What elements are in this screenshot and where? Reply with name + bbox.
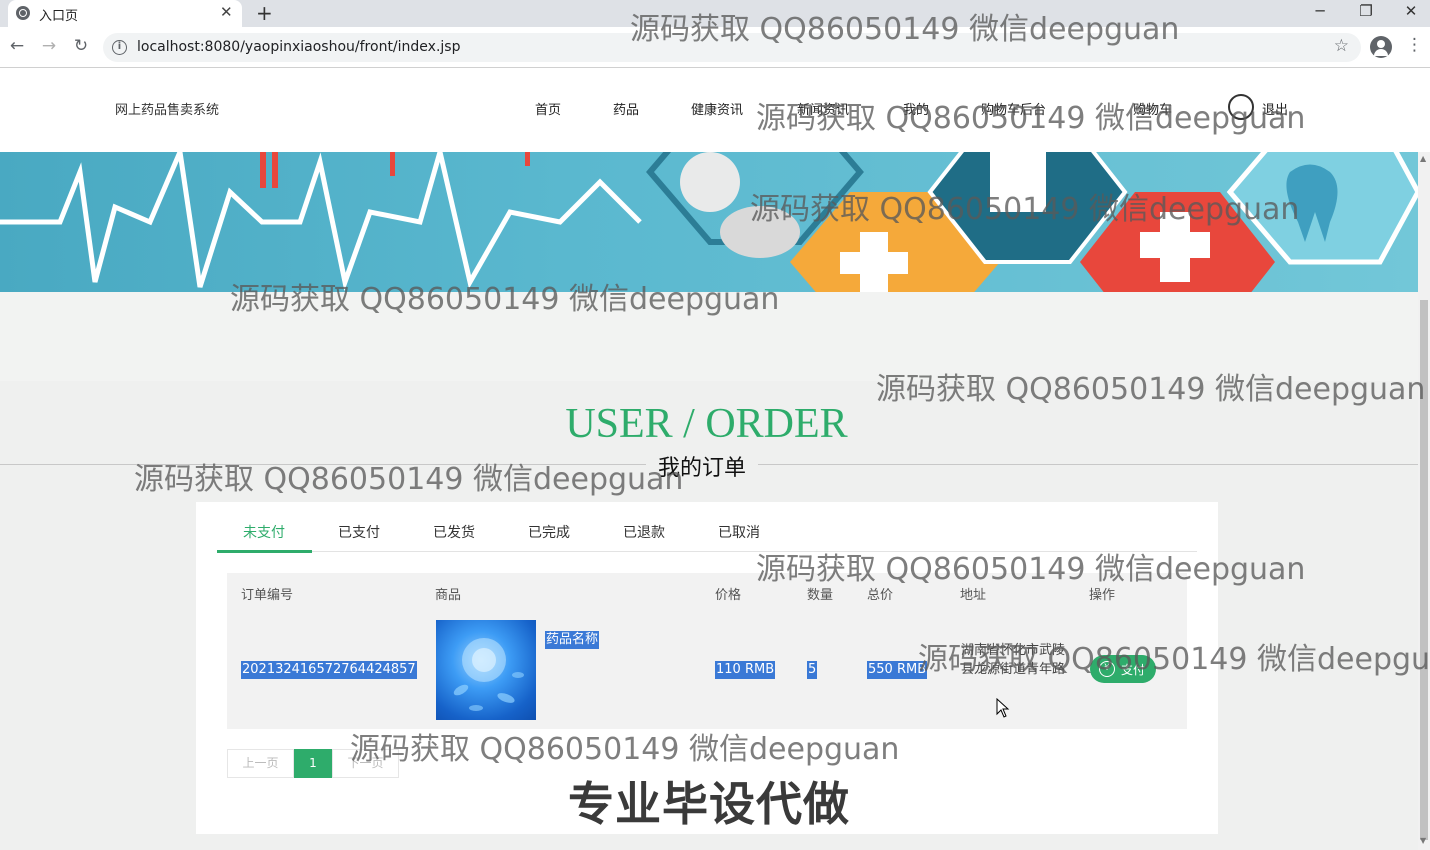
product-name[interactable]: 药品名称 (545, 631, 600, 649)
hero-banner (0, 152, 1418, 292)
tab-close-icon[interactable]: ✕ (220, 3, 233, 21)
nav-cart[interactable]: 购物车 (1133, 99, 1172, 118)
browser-menu-icon[interactable]: ⋮ (1406, 35, 1423, 55)
new-tab-button[interactable]: + (256, 1, 273, 25)
scrollbar-thumb[interactable] (1420, 300, 1428, 840)
site-title: 网上药品售卖系统 (115, 103, 220, 118)
ad-overlay-text: 专业毕设代做 (568, 777, 850, 831)
tab-shipped[interactable]: 已发货 (433, 522, 475, 542)
pay-button[interactable]: ¥ 支付 (1090, 655, 1156, 683)
forward-icon[interactable]: → (39, 36, 59, 56)
nav-health-info[interactable]: 健康资讯 (691, 99, 743, 118)
tab-unpaid[interactable]: 未支付 (243, 522, 285, 542)
page-1-button[interactable]: 1 (294, 749, 332, 778)
quantity: 5 (807, 661, 818, 679)
mouse-cursor-icon (996, 698, 1010, 718)
active-tab-underline (217, 550, 312, 553)
browser-tabbar: 入口页 ✕ + ─ ❐ ✕ (0, 0, 1430, 27)
scroll-up-arrow-icon[interactable]: ▲ (1420, 154, 1426, 163)
url-text[interactable]: localhost:8080/yaopinxiaoshou/front/inde… (137, 39, 460, 55)
col-header-total: 总价 (867, 588, 894, 603)
total-price: 550 RMB (867, 661, 928, 679)
order-table: 订单编号 商品 价格 数量 总价 地址 操作 20213241657276442… (227, 573, 1187, 729)
user-avatar-icon[interactable] (1228, 94, 1254, 120)
reload-icon[interactable]: ↻ (71, 36, 91, 56)
restore-button[interactable]: ❐ (1355, 2, 1377, 20)
nav-logout[interactable]: 退出 (1262, 99, 1288, 118)
window-close-button[interactable]: ✕ (1400, 2, 1422, 20)
page-scrollbar[interactable]: ▲ ▼ (1418, 152, 1430, 850)
col-header-order-no: 订单编号 (241, 588, 294, 603)
browser-tab[interactable]: 入口页 ✕ (8, 0, 242, 27)
back-icon[interactable]: ← (7, 36, 27, 56)
col-header-price: 价格 (715, 588, 742, 603)
col-header-address: 地址 (960, 588, 987, 603)
tab-refunded[interactable]: 已退款 (623, 522, 665, 542)
address-bar[interactable]: i localhost:8080/yaopinxiaoshou/front/in… (103, 33, 1361, 62)
col-header-quantity: 数量 (807, 588, 834, 603)
product-image[interactable] (436, 620, 536, 720)
product-thumbnail (453, 638, 524, 711)
tab-paid[interactable]: 已支付 (338, 522, 380, 542)
info-icon[interactable]: i (112, 40, 127, 55)
nav-admin[interactable]: 购物车后台 (981, 99, 1046, 118)
col-header-product: 商品 (435, 588, 462, 603)
pay-label: 支付 (1121, 663, 1146, 677)
account-icon[interactable] (1370, 36, 1392, 58)
site-header: 网上药品售卖系统 首页 药品 健康资讯 新闻资讯 我的 购物车后台 购物车 退出 (0, 68, 1418, 152)
minimize-button[interactable]: ─ (1309, 2, 1331, 20)
tab-cancelled[interactable]: 已取消 (718, 522, 760, 542)
section-title-cn: 我的订单 (646, 450, 759, 482)
medical-banner-graphic (0, 152, 1418, 292)
nav-home[interactable]: 首页 (535, 99, 561, 118)
bookmark-star-icon[interactable]: ☆ (1334, 36, 1349, 56)
tab-title: 入口页 (39, 9, 79, 24)
spacer-band (0, 292, 1418, 381)
nav-news[interactable]: 新闻资讯 (797, 99, 849, 118)
yen-icon: ¥ (1099, 661, 1115, 677)
tab-completed[interactable]: 已完成 (528, 522, 570, 542)
shipping-address: 湖南省怀化市武陵县龙源街道青年路 (961, 643, 1066, 677)
section-title-en: USER / ORDER (565, 401, 848, 447)
unit-price: 110 RMB (715, 661, 776, 679)
nav-mine[interactable]: 我的 (903, 99, 929, 118)
tab-divider (217, 551, 1197, 552)
nav-medicine[interactable]: 药品 (613, 99, 639, 118)
prev-page-button[interactable]: 上一页 (227, 749, 294, 778)
order-number: 202132416572764424857 (241, 661, 417, 679)
browser-toolbar: ← → ↻ i localhost:8080/yaopinxiaoshou/fr… (0, 27, 1430, 68)
next-page-button[interactable]: 下一页 (332, 749, 399, 778)
col-header-action: 操作 (1089, 588, 1116, 603)
globe-icon (16, 6, 30, 20)
scroll-down-arrow-icon[interactable]: ▼ (1420, 836, 1426, 845)
